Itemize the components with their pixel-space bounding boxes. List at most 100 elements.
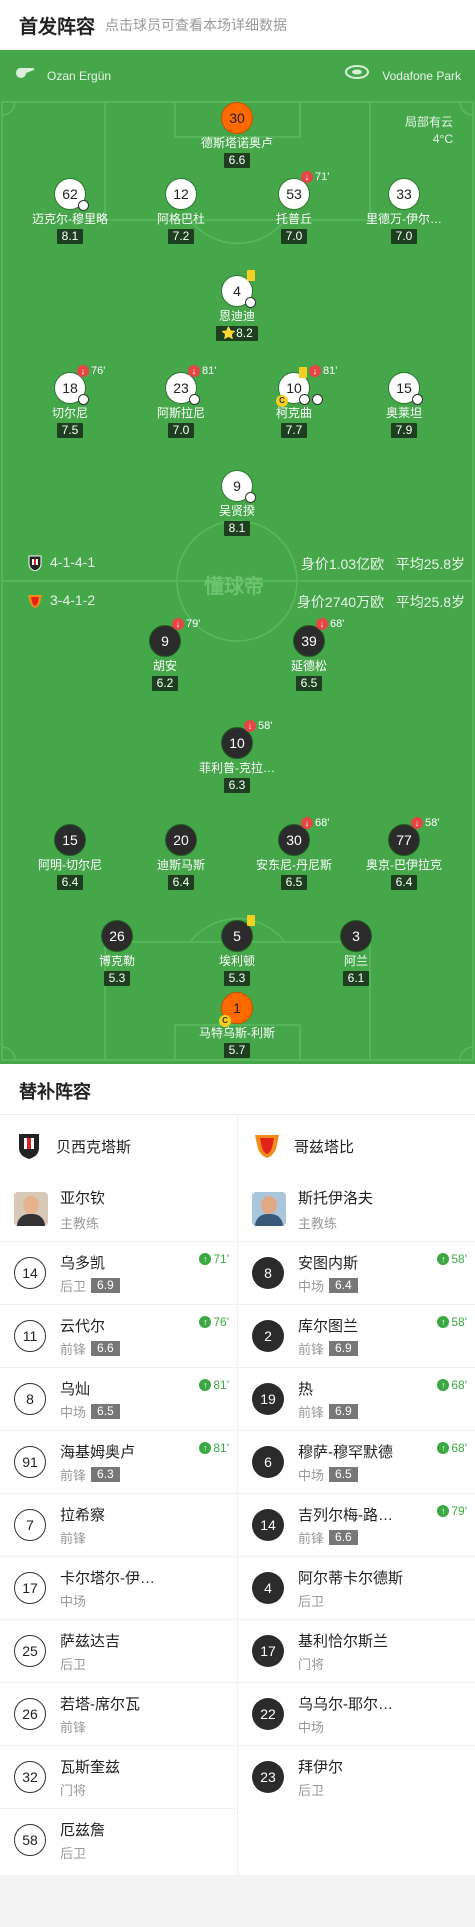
sub-player-row[interactable]: 91 海基姆奥卢 前锋 6.3 ↑ 81' [0,1430,237,1493]
temperature-text: 4°C [432,132,453,146]
away-team-row[interactable]: 哥兹塔比 [238,1115,475,1177]
player-number: 23 [173,380,189,396]
player-number: 4 [252,1572,284,1604]
away-player-10[interactable]: 10 ↓ 58' 菲利普-克拉… 6.3 [182,720,292,794]
player-name: 海基姆奥卢 [60,1443,136,1461]
home-player-33[interactable]: 33 里德万-伊尔… 7.0 [349,178,459,245]
sub-out-icon: ↓ [244,720,256,732]
assist-icon [299,394,310,405]
sub-player-row[interactable]: 17 卡尔塔尔-伊… 中场 [0,1556,237,1619]
player-name: 里德万-伊尔… [366,212,442,226]
away-player-15[interactable]: 15 阿明-切尔尼 6.4 [15,824,125,891]
sub-player-row[interactable]: 14 乌多凯 后卫 6.9 ↑ 71' [0,1241,237,1304]
home-player-53[interactable]: 53 ↓ 71' 托普丘 7.0 [239,171,349,245]
sub-on-marker: ↑ 68' [437,1378,467,1392]
home-team-row[interactable]: 贝西克塔斯 [0,1115,237,1177]
sub-player-row[interactable]: 8 乌灿 中场 6.5 ↑ 81' [0,1367,237,1430]
away-player-3[interactable]: 3 阿兰 6.1 [301,920,411,987]
sub-on-marker: ↑ 58' [437,1315,467,1329]
sub-minute: 68' [451,1441,467,1455]
away-player-5[interactable]: 5 埃利顿 5.3 [182,915,292,987]
home-player-30[interactable]: 30 德斯塔诺奥卢 6.6 [182,102,292,169]
sub-in-icon: ↑ [199,1316,212,1328]
sub-player-row[interactable]: 8 安图内斯 中场 6.4 ↑ 58' [238,1241,475,1304]
sub-player-row[interactable]: 26 若塔-席尔瓦 前锋 [0,1682,237,1745]
away-player-1[interactable]: 1C 马特乌斯-利斯 5.7 [182,992,292,1059]
sub-off-marker: ↓ 58' [411,817,439,829]
sub-in-icon: ↑ [199,1379,212,1391]
player-number: 6 [252,1446,284,1478]
sub-player-row[interactable]: 23 拜伊尔后卫 [238,1745,475,1808]
home-player-15[interactable]: 15 奥莱坦 7.9 [349,372,459,439]
home-player-18[interactable]: 18 ↓ 76' 切尔尼 7.5 [15,365,125,439]
sub-in-icon: ↑ [199,1253,212,1265]
player-number: 17 [252,1635,284,1667]
sub-player-row[interactable]: 58 厄兹詹 后卫 [0,1808,237,1871]
home-player-12[interactable]: 12 阿格巴杜 7.2 [126,178,236,245]
player-number: 22 [252,1698,284,1730]
weather-text: 局部有云 [404,115,453,129]
captain-badge-icon: C [276,395,288,407]
sub-player-row[interactable]: 14 吉列尔梅-路… 前锋 6.6 ↑ 79' [238,1493,475,1556]
sub-on-marker: ↑ 58' [437,1252,467,1266]
home-player-10[interactable]: 10 ↓ 81' C 柯克曲 7.7 [239,365,349,439]
team-name: 贝西克塔斯 [56,1138,132,1156]
player-rating: 5.3 [103,971,131,986]
player-number: 32 [14,1761,46,1793]
sub-player-row[interactable]: 7 拉希察 前锋 [0,1493,237,1556]
player-rating: 6.4 [56,875,84,890]
player-name: 拜伊尔 [298,1758,344,1776]
player-name: 马特乌斯-利斯 [199,1026,275,1040]
player-number: 91 [14,1446,46,1478]
home-coach-row[interactable]: 亚尔钦 主教练 [0,1177,237,1241]
goztepe-logo-icon [255,1135,279,1158]
sub-player-row[interactable]: 22 乌乌尔-耶尔… 中场 [238,1682,475,1745]
sub-player-row[interactable]: 6 穆萨-穆罕默德 中场 6.5 ↑ 68' [238,1430,475,1493]
sub-player-row[interactable]: 32 瓦斯奎兹 门将 [0,1745,237,1808]
lineup-header: 首发阵容 点击球员可查看本场详细数据 [0,0,475,50]
player-name: 乌灿 [60,1380,91,1398]
sub-player-row[interactable]: 25 萨兹达吉 后卫 [0,1619,237,1682]
home-player-62[interactable]: 62 迈克尔-穆里略 8.1 [15,178,125,245]
player-position: 前锋 [60,1467,87,1483]
away-subs-list: 8 安图内斯 中场 6.4 ↑ 58' 2 库尔图兰 前锋 6.9 ↑ 58' 19 热前锋 6.9 ↑ 68'… [238,1241,475,1808]
player-number: 62 [62,186,78,202]
sub-player-row[interactable]: 19 热前锋 6.9 ↑ 68' [238,1367,475,1430]
player-rating: 6.6 [91,1340,120,1356]
home-player-9[interactable]: 9 吴贤揆 8.1 [182,470,292,537]
player-number: 14 [252,1509,284,1541]
goztepe-logo-icon [28,595,42,608]
coach-role: 主教练 [60,1215,100,1231]
sub-in-icon: ↑ [437,1505,450,1517]
player-number: 58 [14,1824,46,1856]
sub-player-row[interactable]: 2 库尔图兰 前锋 6.9 ↑ 58' [238,1304,475,1367]
away-player-39[interactable]: 39 ↓ 68' 延德松 6.5 [254,618,364,692]
player-position: 后卫 [60,1845,87,1861]
sub-player-row[interactable]: 11 云代尔 前锋 6.6 ↑ 76' [0,1304,237,1367]
page-bottom-spacer [0,1875,475,1927]
away-player-77[interactable]: 77 ↓ 58' 奥京-巴伊拉克 6.4 [349,817,459,891]
player-rating: 6.9 [91,1277,120,1293]
away-coach-row[interactable]: 斯托伊洛夫 主教练 [238,1177,475,1241]
player-number: 14 [14,1257,46,1289]
away-player-20[interactable]: 20 迪斯马斯 6.4 [126,824,236,891]
home-team-line: 4-1-4-1 身价1.03亿欧 平均25.8岁 [0,553,475,573]
sub-out-icon: ↓ [411,817,423,829]
player-name: 拉希察 [60,1506,106,1524]
player-rating: 6.4 [390,875,418,890]
player-position: 后卫 [298,1782,325,1798]
sub-player-row[interactable]: 17 基利恰尔斯兰 门将 [238,1619,475,1682]
player-rating: 6.1 [342,971,370,986]
player-position: 中场 [298,1278,325,1294]
home-player-23[interactable]: 23 ↓ 81' 阿斯拉尼 7.0 [126,365,236,439]
away-player-26[interactable]: 26 博克勒 5.3 [62,920,172,987]
away-player-9[interactable]: 9 ↓ 79' 胡安 6.2 [110,618,220,692]
sub-minute: 81' [213,1378,229,1392]
player-number: 4 [233,283,241,299]
sub-player-row[interactable]: 4 阿尔蒂卡尔德斯 后卫 [238,1556,475,1619]
player-position: 前锋 [298,1530,325,1546]
away-player-30[interactable]: 30 ↓ 68' 安东尼-丹尼斯 6.5 [239,817,349,891]
home-player-4[interactable]: 4 恩迪迪 ⭐8.2 [182,270,292,342]
sub-out-icon: ↓ [309,365,321,377]
player-number: 23 [252,1761,284,1793]
